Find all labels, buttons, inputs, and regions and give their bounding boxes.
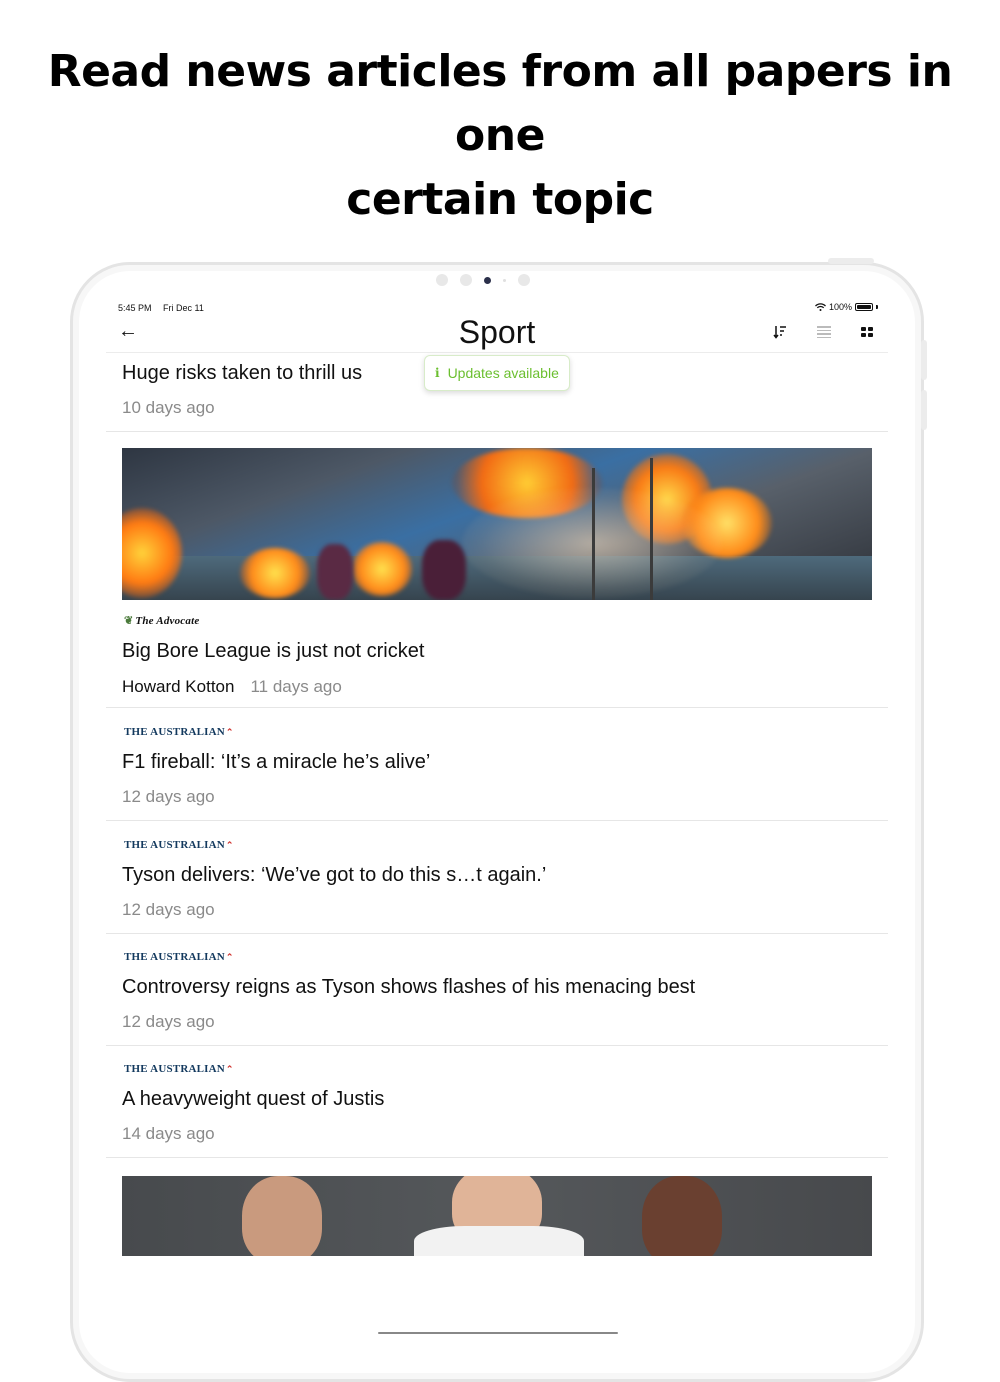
article-meta: 12 days ago <box>122 787 215 807</box>
sort-icon[interactable] <box>770 322 790 342</box>
article-card[interactable]: THE AUSTRALIAN⌃ Controversy reigns as Ty… <box>106 934 888 1046</box>
article-source-logo: THE AUSTRALIAN⌃ <box>124 951 234 963</box>
tablet-top-button <box>828 258 874 264</box>
article-thumbnail-image[interactable] <box>122 1176 872 1256</box>
article-source-logo: THE AUSTRALIAN⌃ <box>124 839 234 851</box>
hero-light-pole <box>592 468 595 600</box>
article-card[interactable]: THE AUSTRALIAN⌃ A heavyweight quest of J… <box>106 1046 888 1158</box>
wifi-icon <box>815 303 826 311</box>
hero-light-pole <box>650 458 653 600</box>
battery-icon <box>855 303 873 311</box>
hero-fireball <box>240 548 310 598</box>
article-author: Howard Kotton <box>122 677 235 696</box>
info-icon: i <box>435 366 440 380</box>
camera-bar <box>436 272 530 288</box>
article-source-logo: THE AUSTRALIAN⌃ <box>124 726 234 738</box>
updates-available-toast[interactable]: i Updates available <box>424 355 570 391</box>
tablet-volume-up-button <box>921 340 927 380</box>
hero-fireball <box>352 542 412 596</box>
photo-person <box>242 1176 322 1256</box>
status-right: 100% <box>815 302 878 312</box>
battery-tip <box>876 305 878 309</box>
article-time: 14 days ago <box>122 1124 215 1143</box>
article-time: 12 days ago <box>122 787 215 806</box>
promo-headline: Read news articles from all papers in on… <box>0 40 1000 232</box>
article-source-logo: THE AUSTRALIAN⌃ <box>124 1063 234 1075</box>
app-screen: 5:45 PM Fri Dec 11 100% ← Sport i Update… <box>106 298 888 1334</box>
sensor-dot <box>460 274 472 286</box>
sensor-dot <box>518 274 530 286</box>
sensor-dot <box>436 274 448 286</box>
toast-text: Updates available <box>447 365 559 381</box>
article-meta: 12 days ago <box>122 900 215 920</box>
tablet-volume-down-button <box>921 390 927 430</box>
battery-percent: 100% <box>828 302 852 312</box>
article-title: F1 fireball: ‘It’s a miracle he’s alive’ <box>122 751 431 773</box>
promo-line-2: certain topic <box>346 174 654 225</box>
sensor-dot <box>503 278 506 282</box>
grid-view-icon[interactable] <box>857 322 877 342</box>
photo-person <box>642 1176 722 1256</box>
article-meta: 10 days ago <box>122 398 215 418</box>
article-meta: Howard Kotton 11 days ago <box>122 677 342 697</box>
article-title: Big Bore League is just not cricket <box>122 640 425 662</box>
article-hero-image[interactable] <box>122 448 872 600</box>
article-meta: 12 days ago <box>122 1012 215 1032</box>
article-source-logo: ❦ The Advocate <box>124 615 200 627</box>
article-time: 12 days ago <box>122 1012 215 1031</box>
article-card[interactable]: THE AUSTRALIAN⌃ F1 fireball: ‘It’s a mir… <box>106 708 888 821</box>
article-meta: 14 days ago <box>122 1124 215 1144</box>
hero-player <box>317 544 353 600</box>
camera-lens <box>484 276 491 284</box>
article-card[interactable]: THE AUSTRALIAN⌃ Tyson delivers: ‘We’ve g… <box>106 821 888 934</box>
photo-shirt <box>414 1226 584 1256</box>
article-time: 12 days ago <box>122 900 215 919</box>
nav-bar: ← Sport <box>106 312 888 353</box>
article-title: A heavyweight quest of Justis <box>122 1088 385 1110</box>
promo-line-1: Read news articles from all papers in on… <box>47 46 953 161</box>
article-title: Tyson delivers: ‘We’ve got to do this s…… <box>122 864 547 886</box>
article-time: 10 days ago <box>122 398 215 417</box>
article-title: Huge risks taken to thrill us <box>122 362 363 384</box>
leaf-icon: ❦ <box>124 615 134 627</box>
article-title: Controversy reigns as Tyson shows flashe… <box>122 976 696 998</box>
hero-player <box>422 540 466 600</box>
list-view-icon[interactable] <box>814 322 834 342</box>
article-time: 11 days ago <box>250 677 342 696</box>
